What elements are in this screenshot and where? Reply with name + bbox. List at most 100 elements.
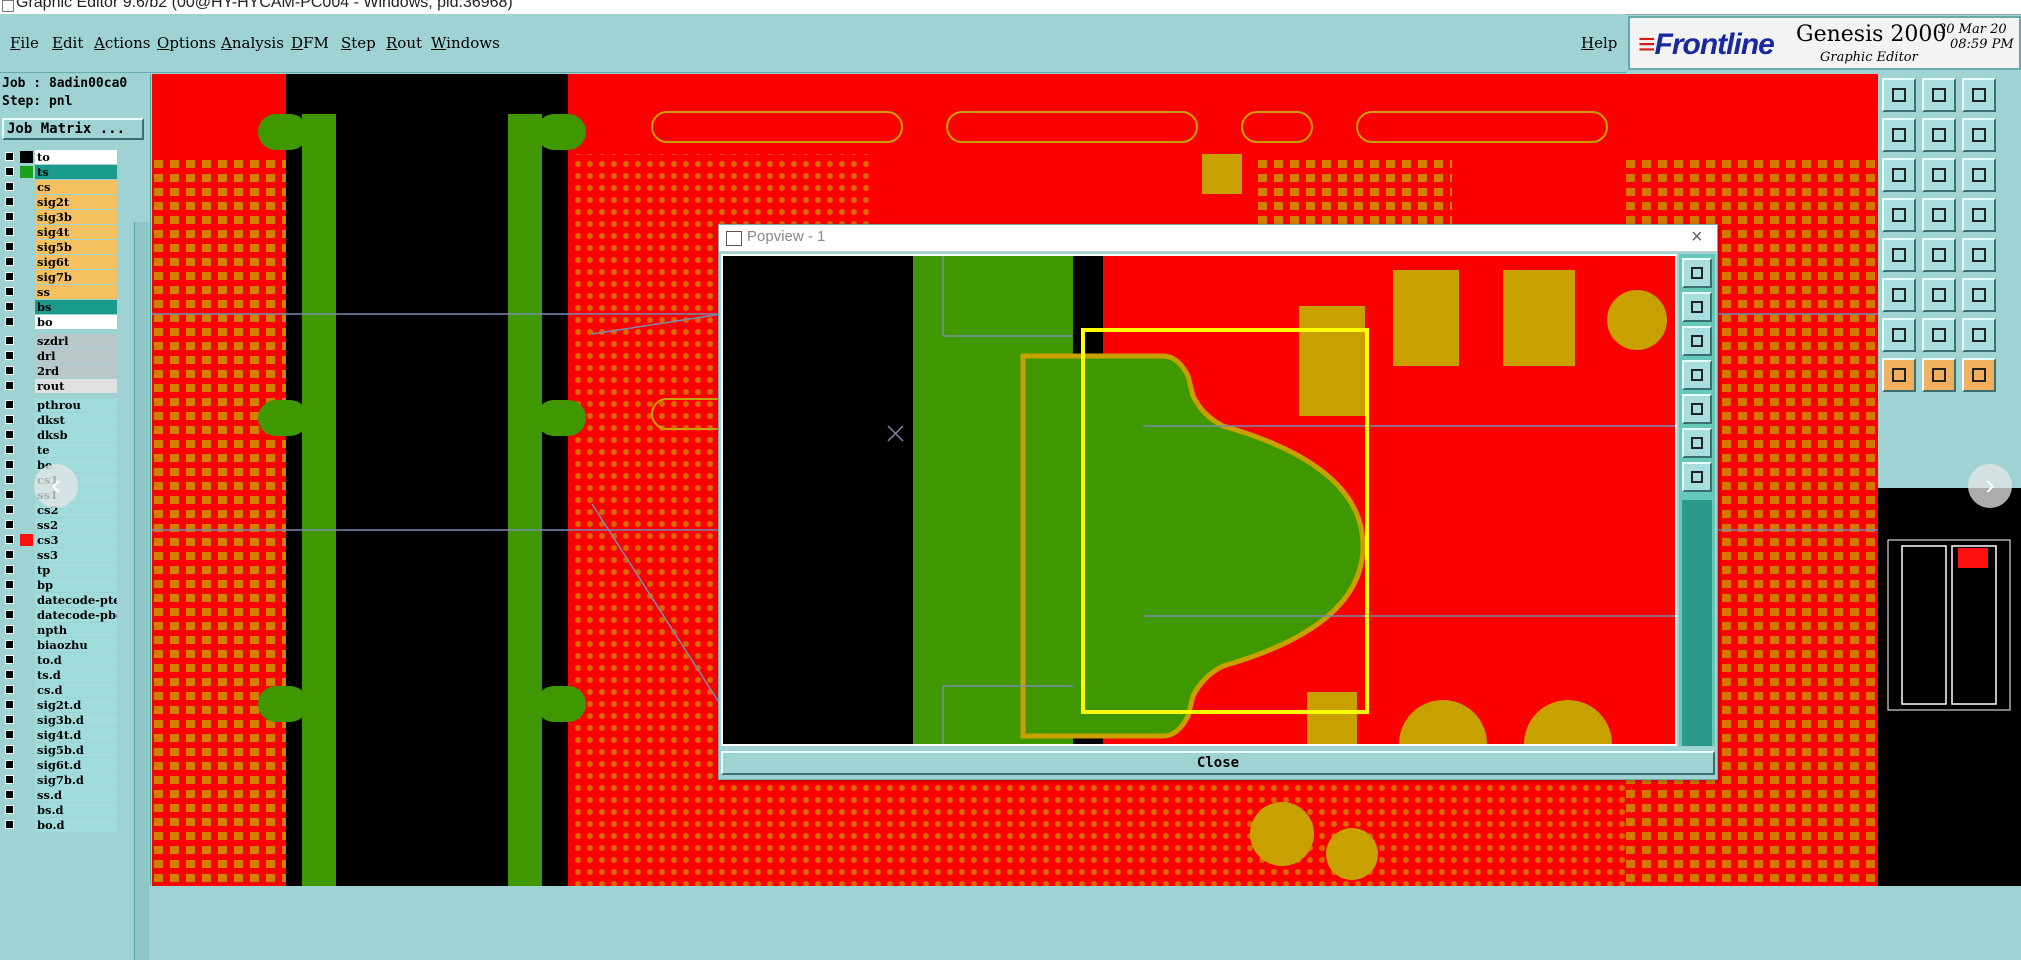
layer-row-cs3[interactable]: cs3	[0, 533, 118, 548]
layer-checkbox[interactable]	[5, 790, 14, 799]
menu-options[interactable]: Options	[157, 34, 216, 52]
layer-row-ts.d[interactable]: ts.d	[0, 668, 118, 683]
layer-row-ts[interactable]: ts	[0, 165, 118, 180]
layer-checkbox[interactable]	[5, 336, 14, 345]
layer-checkbox[interactable]	[5, 730, 14, 739]
layer-checkbox[interactable]	[5, 775, 14, 784]
layer-checkbox[interactable]	[5, 640, 14, 649]
layer-row-bs[interactable]: bs	[0, 300, 118, 315]
layer-row-drl[interactable]: drl	[0, 349, 118, 364]
arc-icon[interactable]	[1882, 318, 1916, 352]
menu-step[interactable]: Step	[341, 34, 376, 52]
zoom-fit-icon[interactable]	[1882, 158, 1916, 192]
measure-icon[interactable]	[1882, 238, 1916, 272]
layer-row-datecode-pte[interactable]: datecode-pte	[0, 593, 118, 608]
layer-checkbox[interactable]	[5, 520, 14, 529]
layer-checkbox[interactable]	[5, 805, 14, 814]
layer-checkbox[interactable]	[5, 550, 14, 559]
arrow-icon[interactable]	[1922, 358, 1956, 392]
layer-row-bs.d[interactable]: bs.d	[0, 803, 118, 818]
popview-left-icon[interactable]	[1682, 360, 1712, 390]
layer-row-te[interactable]: te	[0, 443, 118, 458]
layer-row-cs[interactable]: cs	[0, 180, 118, 195]
layer-checkbox[interactable]	[5, 445, 14, 454]
layer-checkbox[interactable]	[5, 715, 14, 724]
layer-checkbox[interactable]	[5, 430, 14, 439]
layer-row-sig7b.d[interactable]: sig7b.d	[0, 773, 118, 788]
layer-checkbox[interactable]	[5, 381, 14, 390]
layer-checkbox[interactable]	[5, 625, 14, 634]
layer-checkbox[interactable]	[5, 212, 14, 221]
layer-checkbox[interactable]	[5, 167, 14, 176]
trace-icon[interactable]	[1922, 318, 1956, 352]
popview-home-icon[interactable]	[1682, 292, 1712, 322]
help-icon[interactable]	[1882, 198, 1916, 232]
layer-checkbox[interactable]	[5, 400, 14, 409]
layer-checkbox[interactable]	[5, 287, 14, 296]
layer-row-sig5b[interactable]: sig5b	[0, 240, 118, 255]
menu-help[interactable]: Help	[1581, 34, 1617, 52]
layer-row-dksb[interactable]: dksb	[0, 428, 118, 443]
layer-row-sig3b[interactable]: sig3b	[0, 210, 118, 225]
layer-row-pthrou[interactable]: pthrou	[0, 398, 118, 413]
layer-checkbox[interactable]	[5, 490, 14, 499]
popview-center-icon[interactable]	[1682, 462, 1712, 492]
layer-checkbox[interactable]	[5, 351, 14, 360]
next-arrow-button[interactable]: ›	[1968, 464, 2012, 508]
layer-row-sig6t[interactable]: sig6t	[0, 255, 118, 270]
popview-right-icon[interactable]	[1682, 394, 1712, 424]
layer-checkbox[interactable]	[5, 760, 14, 769]
layer-row-bo[interactable]: bo	[0, 315, 118, 330]
layer-row-sig4t[interactable]: sig4t	[0, 225, 118, 240]
layer-row-sig2t.d[interactable]: sig2t.d	[0, 698, 118, 713]
rotate-icon[interactable]	[1962, 318, 1996, 352]
layer-checkbox[interactable]	[5, 580, 14, 589]
close-button[interactable]: Close	[721, 751, 1715, 775]
layer-checkbox[interactable]	[5, 565, 14, 574]
cursor-icon[interactable]	[1962, 358, 1996, 392]
menu-actions[interactable]: Actions	[94, 34, 150, 52]
layer-checkbox[interactable]	[5, 257, 14, 266]
layer-checkbox[interactable]	[5, 317, 14, 326]
layer-row-ss3[interactable]: ss3	[0, 548, 118, 563]
menu-file[interactable]: File	[10, 34, 39, 52]
layer-row-dkst[interactable]: dkst	[0, 413, 118, 428]
zoom-out-icon[interactable]	[1962, 118, 1996, 152]
cross-icon[interactable]	[1962, 278, 1996, 312]
job-matrix-button[interactable]: Job Matrix ...	[2, 118, 144, 140]
layer-checkbox[interactable]	[5, 182, 14, 191]
layer-row-szdrl[interactable]: szdrl	[0, 334, 118, 349]
layer-checkbox[interactable]	[5, 535, 14, 544]
layer-checkbox[interactable]	[5, 475, 14, 484]
menu-edit[interactable]: Edit	[52, 34, 83, 52]
menu-windows[interactable]: Windows	[431, 34, 500, 52]
popview-title-bar[interactable]: Popview - 1 ×	[719, 225, 1717, 252]
layer-row-sig6t.d[interactable]: sig6t.d	[0, 758, 118, 773]
layer-row-cs.d[interactable]: cs.d	[0, 683, 118, 698]
layer-row-sig3b.d[interactable]: sig3b.d	[0, 713, 118, 728]
grid-icon[interactable]	[1962, 198, 1996, 232]
layer-row-bp[interactable]: bp	[0, 578, 118, 593]
close-icon[interactable]: ×	[1691, 226, 1703, 249]
layer-checkbox[interactable]	[5, 460, 14, 469]
zoom-window-icon[interactable]	[1922, 78, 1956, 112]
layer-checkbox[interactable]	[5, 685, 14, 694]
pointer-icon[interactable]	[1882, 358, 1916, 392]
layer-checkbox[interactable]	[5, 610, 14, 619]
layer-checkbox[interactable]	[5, 227, 14, 236]
layer-checkbox[interactable]	[5, 302, 14, 311]
layer-row-datecode-pbe[interactable]: datecode-pbe	[0, 608, 118, 623]
layer-row-sig4t.d[interactable]: sig4t.d	[0, 728, 118, 743]
home-icon[interactable]	[1962, 78, 1996, 112]
layer-row-ss.d[interactable]: ss.d	[0, 788, 118, 803]
layer-list-scrollbar[interactable]	[134, 222, 149, 960]
layer-row-tp[interactable]: tp	[0, 563, 118, 578]
layer-checkbox[interactable]	[5, 670, 14, 679]
menu-dfm[interactable]: DFM	[291, 34, 329, 52]
layer-row-sig7b[interactable]: sig7b	[0, 270, 118, 285]
layer-checkbox[interactable]	[5, 820, 14, 829]
layer-checkbox[interactable]	[5, 655, 14, 664]
layer-row-2rd[interactable]: 2rd	[0, 364, 118, 379]
layer-checkbox[interactable]	[5, 152, 14, 161]
scale-1-2-icon[interactable]	[1962, 158, 1996, 192]
